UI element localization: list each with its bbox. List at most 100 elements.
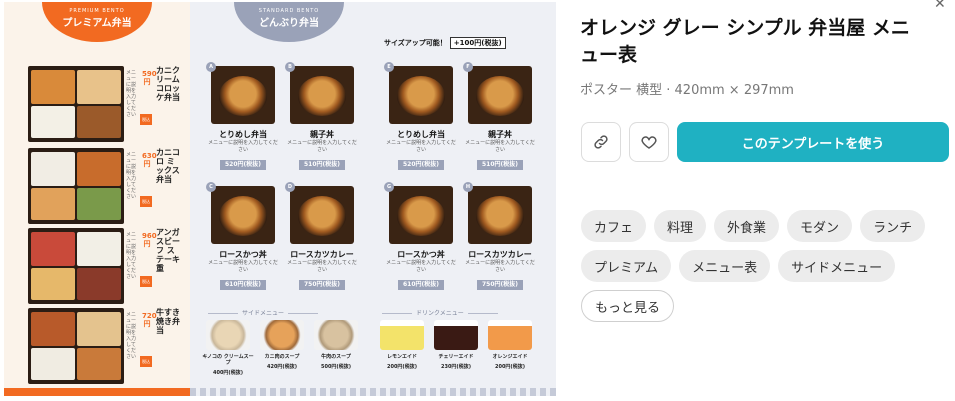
tag-chip[interactable]: 外食業 — [714, 210, 780, 242]
standard-price: 610円(税抜) — [398, 280, 444, 290]
use-template-button[interactable]: このテンプレートを使う — [677, 122, 949, 162]
side-name: 牛肉のスープ — [321, 354, 351, 360]
drink-price: 200円(税抜) — [386, 364, 417, 370]
template-meta: ポスター 横型 · 420mm × 297mm — [580, 83, 794, 98]
standard-desc: メニューに説明を入力してください — [208, 260, 278, 273]
standard-item: A とりめし弁当 メニューに説明を入力してください 520円(税抜) — [206, 62, 278, 184]
side-name: キノコの クリームスープ — [202, 354, 254, 366]
premium-item: メニューに説明を入力してください 630円 税込 カニコロ ミックス弁当 — [28, 148, 188, 224]
drink-menu-title: ドリンクメニュー — [378, 308, 502, 317]
soup-photo — [314, 320, 358, 350]
item-letter: F — [463, 62, 473, 72]
standard-desc: メニューに説明を入力してください — [465, 260, 535, 273]
drink-item: レモンエイド 200円(税抜) — [376, 320, 428, 370]
item-letter: C — [206, 182, 216, 192]
item-letter: E — [384, 62, 394, 72]
standard-price: 510円(税抜) — [299, 160, 345, 170]
premium-tax-tag: 税込 — [140, 114, 152, 125]
premium-price: 960円 — [142, 232, 157, 248]
template-title: オレンジ グレー シンプル 弁当屋 メニュー表 — [580, 17, 910, 66]
standard-title: どんぶり弁当 — [259, 18, 319, 29]
bowl-photo — [468, 186, 532, 244]
premium-name: カニコロ ミックス弁当 — [156, 148, 180, 184]
standard-item: B 親子丼 メニューに説明を入力してください 510円(税抜) — [285, 62, 357, 184]
heart-icon — [641, 136, 657, 149]
show-more-button[interactable]: もっと見る — [581, 290, 675, 322]
bento-photo — [28, 66, 124, 142]
drink-price: 230円(税抜) — [440, 364, 471, 370]
drink-name: レモンエイド — [386, 354, 417, 360]
standard-item: F 親子丼 メニューに説明を入力してください 510円(税抜) — [463, 62, 535, 184]
premium-desc: メニューに説明を入力してください — [126, 312, 137, 360]
standard-price: 520円(税抜) — [398, 160, 444, 170]
drink-item: オレンジエイド 200円(税抜) — [484, 320, 536, 370]
bowl-photo — [290, 186, 354, 244]
premium-desc: メニューに説明を入力してください — [126, 232, 137, 280]
tag-chip[interactable]: メニュー表 — [679, 250, 771, 282]
standard-desc: メニューに説明を入力してください — [386, 140, 456, 153]
premium-item: メニューに説明を入力してください 590円 税込 カニクリーム コロッケ弁当 — [28, 66, 188, 142]
side-menu-title: サイドメニュー — [204, 308, 322, 317]
tag-chip[interactable]: プレミアム — [581, 250, 672, 282]
premium-name: カニクリーム コロッケ弁当 — [156, 66, 180, 102]
bowl-photo — [211, 66, 275, 124]
bowl-photo — [389, 66, 453, 124]
bowl-photo — [468, 66, 532, 124]
premium-title: プレミアム弁当 — [62, 18, 132, 29]
side-item: キノコの クリームスープ 400円(税抜) — [202, 320, 254, 376]
standard-item: D ロースカツカレー メニューに説明を入力してください 750円(税抜) — [285, 182, 357, 304]
tag-chip[interactable]: 料理 — [654, 210, 707, 242]
drink-price: 200円(税抜) — [494, 364, 525, 370]
premium-item: メニューに説明を入力してください 720円 税込 牛すき 焼き弁当 — [28, 308, 188, 384]
template-preview[interactable]: PREMIUM BENTO プレミアム弁当 STANDARD BENTO どんぶ… — [4, 2, 556, 396]
drink-item: チェリーエイド 230円(税抜) — [430, 320, 482, 370]
standard-desc: メニューに説明を入力してください — [287, 260, 357, 273]
sizeup-text: サイズアップ可能！ — [384, 39, 447, 47]
sizeup-notice: サイズアップ可能！ +100円(税抜) — [384, 36, 506, 50]
premium-tax-tag: 税込 — [140, 356, 152, 367]
item-letter: D — [285, 182, 295, 192]
standard-name: 親子丼 — [488, 130, 512, 139]
side-price: 400円(税抜) — [212, 370, 243, 376]
standard-name: 親子丼 — [310, 130, 334, 139]
premium-footer-band — [4, 388, 190, 396]
tag-chip[interactable]: サイドメニュー — [778, 250, 896, 282]
standard-price: 750円(税抜) — [299, 280, 345, 290]
premium-name: 牛すき 焼き弁当 — [156, 308, 180, 335]
sizeup-price: +100円(税抜) — [449, 37, 506, 49]
standard-name: ロースかつ丼 — [219, 250, 267, 259]
bento-photo — [28, 308, 124, 384]
side-item: 牛肉のスープ 500円(税抜) — [310, 320, 362, 370]
drink-name: オレンジエイド — [492, 354, 528, 360]
standard-price: 510円(税抜) — [477, 160, 523, 170]
standard-desc: メニューに説明を入力してください — [208, 140, 278, 153]
copy-link-button[interactable] — [581, 122, 621, 162]
bento-photo — [28, 148, 124, 224]
tag-chip[interactable]: モダン — [787, 210, 853, 242]
premium-desc: メニューに説明を入力してください — [126, 70, 137, 118]
side-item: カニ肉のスープ 420円(税抜) — [256, 320, 308, 370]
standard-name: とりめし弁当 — [219, 130, 267, 139]
side-name: カニ肉のスープ — [264, 354, 300, 360]
tag-chip[interactable]: ランチ — [860, 210, 926, 242]
soup-photo — [206, 320, 250, 350]
premium-item: メニューに説明を入力してください 960円 税込 アンガスビーフ ステーキ重 — [28, 228, 188, 304]
close-icon[interactable]: ✕ — [934, 0, 946, 12]
bowl-photo — [290, 66, 354, 124]
standard-price: 520円(税抜) — [220, 160, 266, 170]
standard-desc: メニューに説明を入力してください — [386, 260, 456, 273]
standard-item: E とりめし弁当 メニューに説明を入力してください 520円(税抜) — [384, 62, 456, 184]
bento-photo — [28, 228, 124, 304]
item-letter: H — [463, 182, 473, 192]
premium-price: 590円 — [142, 70, 157, 86]
item-letter: G — [384, 182, 394, 192]
item-letter: A — [206, 62, 216, 72]
standard-desc: メニューに説明を入力してください — [287, 140, 357, 153]
standard-name: ロースカツカレー — [290, 250, 354, 259]
standard-item: G ロースかつ丼 メニューに説明を入力してください 610円(税抜) — [384, 182, 456, 304]
premium-tax-tag: 税込 — [140, 196, 152, 207]
favorite-button[interactable] — [629, 122, 669, 162]
premium-tax-tag: 税込 — [140, 276, 152, 287]
standard-desc: メニューに説明を入力してください — [465, 140, 535, 153]
tag-chip[interactable]: カフェ — [581, 210, 647, 242]
